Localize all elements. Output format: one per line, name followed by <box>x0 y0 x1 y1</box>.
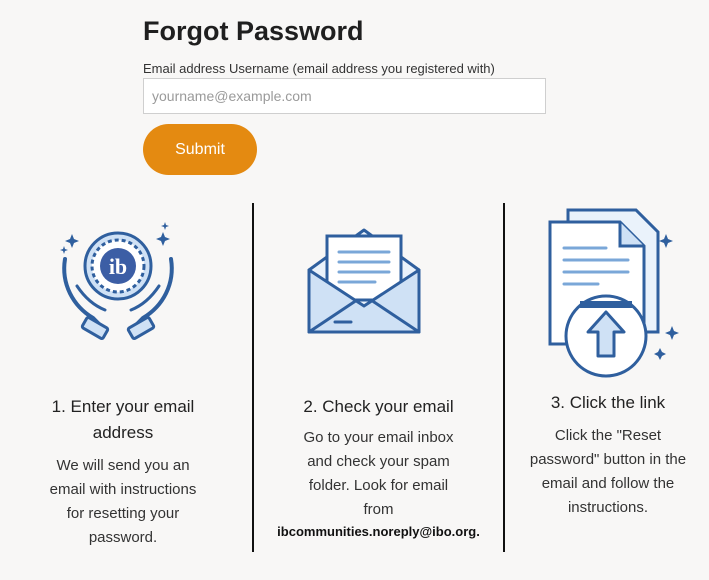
email-field[interactable] <box>143 78 546 114</box>
open-envelope-icon <box>307 228 421 334</box>
step-3: 3. Click the link Click the "Reset passw… <box>513 390 703 520</box>
submit-button[interactable]: Submit <box>143 124 257 175</box>
column-divider <box>503 203 505 552</box>
step-description: instructions. <box>567 499 649 516</box>
step-description: email with instructions <box>49 481 197 498</box>
step-description: and check your spam <box>307 453 450 470</box>
step-description: Go to your email inbox <box>303 429 454 446</box>
email-label: Email address Username (email address yo… <box>143 61 495 76</box>
step-title: 2. Check your email <box>303 397 454 416</box>
sender-email: ibcommunities.noreply@ibo.org. <box>277 524 480 539</box>
step-description: email and follow the <box>541 475 675 492</box>
document-upload-icon <box>548 208 679 378</box>
step-1: 1. Enter your email address We will send… <box>28 394 218 550</box>
step-title: 1. Enter your email <box>51 397 195 416</box>
step-description: for resetting your <box>66 505 180 522</box>
step-2: 2. Check your email Go to your email inb… <box>260 394 497 539</box>
step-description: We will send you an <box>56 457 190 474</box>
step-title: address <box>92 423 154 442</box>
step-description: from <box>363 501 394 518</box>
step-title: 3. Click the link <box>550 393 666 412</box>
step-description: Click the "Reset <box>554 427 662 444</box>
svg-text:ib: ib <box>109 254 127 279</box>
step-description: password" button in the <box>529 451 687 468</box>
step-description: folder. Look for email <box>308 477 449 494</box>
column-divider <box>252 203 254 552</box>
hands-holding-ib-logo-icon: ib <box>60 222 174 340</box>
step-description: password. <box>88 529 158 546</box>
page-title: Forgot Password <box>143 16 364 46</box>
forgot-password-form: Forgot Password Email address Username (… <box>143 14 547 175</box>
